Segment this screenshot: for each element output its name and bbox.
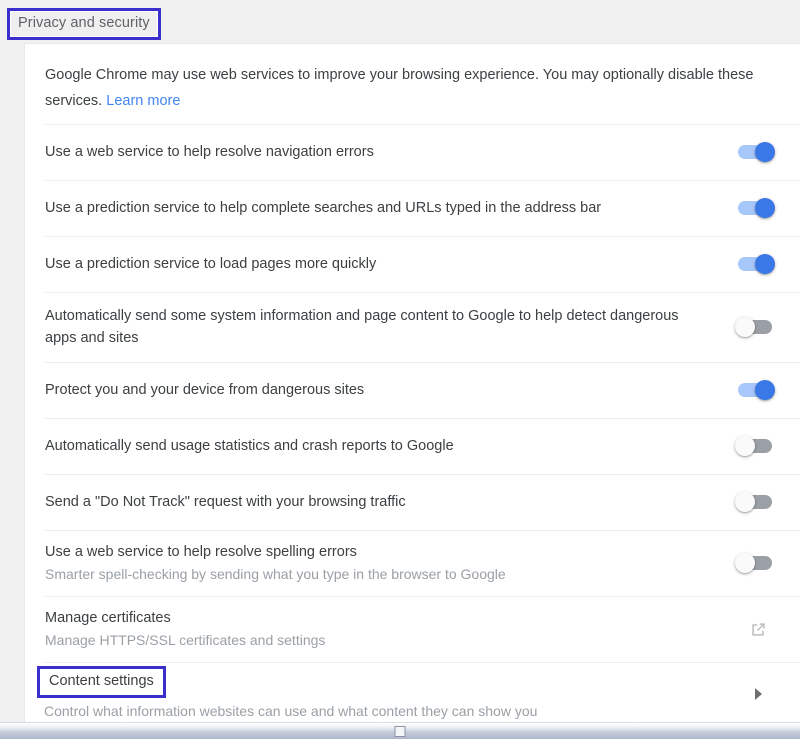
scrollbar-handle[interactable] — [394, 726, 406, 737]
toggle-navigation-errors[interactable] — [738, 142, 775, 162]
setting-row-send-system-info[interactable]: Automatically send some system informati… — [25, 292, 800, 362]
nav-subtitle: Control what information websites can us… — [44, 702, 538, 719]
nav-title: Manage certificates — [45, 610, 171, 626]
setting-subtitle: Smarter spell-checking by sending what y… — [45, 566, 506, 582]
content-settings-annotation-box: Content settings — [37, 665, 166, 698]
setting-title: Use a prediction service to load pages m… — [45, 256, 377, 272]
horizontal-scrollbar[interactable] — [0, 722, 800, 739]
toggle-knob — [735, 317, 755, 337]
toggle-knob — [735, 553, 755, 573]
setting-title: Use a prediction service to help complet… — [45, 200, 602, 216]
setting-text: Automatically send some system informati… — [45, 305, 738, 349]
chevron-right-icon[interactable] — [744, 680, 772, 708]
nav-title: Content settings — [49, 672, 154, 689]
toggle-knob — [755, 380, 775, 400]
setting-text: Use a web service to help resolve spelli… — [45, 541, 738, 585]
intro-text: Google Chrome may use web services to im… — [25, 44, 800, 134]
setting-row-do-not-track[interactable]: Send a "Do Not Track" request with your … — [25, 474, 800, 530]
nav-text: Manage certificates Manage HTTPS/SSL cer… — [45, 607, 744, 651]
learn-more-link[interactable]: Learn more — [106, 93, 180, 109]
toggle-spelling-errors[interactable] — [735, 553, 772, 573]
toggle-do-not-track[interactable] — [735, 492, 772, 512]
setting-row-safe-browsing[interactable]: Protect you and your device from dangero… — [25, 362, 800, 418]
open-in-new-icon[interactable] — [744, 615, 772, 643]
setting-title: Automatically send some system informati… — [45, 308, 679, 346]
chevron-shape — [754, 687, 762, 700]
privacy-security-annotation-inner: Privacy and security — [10, 10, 158, 37]
toggle-send-system-info[interactable] — [735, 317, 772, 337]
setting-row-preload-pages[interactable]: Use a prediction service to load pages m… — [25, 236, 800, 292]
setting-text: Send a "Do Not Track" request with your … — [45, 491, 738, 513]
setting-text: Automatically send usage statistics and … — [45, 435, 738, 457]
nav-row-manage-certificates[interactable]: Manage certificates Manage HTTPS/SSL cer… — [25, 596, 800, 662]
setting-title: Use a web service to help resolve naviga… — [45, 144, 374, 160]
setting-title: Send a "Do Not Track" request with your … — [45, 494, 406, 510]
section-header: Privacy and security — [0, 0, 161, 44]
setting-text: Use a web service to help resolve naviga… — [45, 141, 738, 163]
toggle-prediction-address-bar[interactable] — [738, 198, 775, 218]
nav-subtitle: Manage HTTPS/SSL certificates and settin… — [45, 632, 326, 648]
setting-row-usage-statistics[interactable]: Automatically send usage statistics and … — [25, 418, 800, 474]
setting-row-prediction-address-bar[interactable]: Use a prediction service to help complet… — [25, 180, 800, 236]
setting-title: Protect you and your device from dangero… — [45, 382, 365, 398]
nav-row-content-settings[interactable]: Content settings Control what informatio… — [25, 662, 800, 722]
toggle-knob — [755, 198, 775, 218]
setting-title: Automatically send usage statistics and … — [45, 438, 454, 454]
toggle-knob — [735, 436, 755, 456]
setting-text: Protect you and your device from dangero… — [45, 379, 738, 401]
toggle-knob — [755, 142, 775, 162]
setting-text: Use a prediction service to load pages m… — [45, 253, 738, 275]
setting-row-navigation-errors[interactable]: Use a web service to help resolve naviga… — [25, 124, 800, 180]
setting-text: Use a prediction service to help complet… — [45, 197, 738, 219]
toggle-knob — [735, 492, 755, 512]
setting-row-spelling-errors[interactable]: Use a web service to help resolve spelli… — [25, 530, 800, 596]
toggle-usage-statistics[interactable] — [735, 436, 772, 456]
intro-row: Google Chrome may use web services to im… — [25, 44, 800, 124]
page-title: Privacy and security — [18, 14, 150, 31]
toggle-safe-browsing[interactable] — [738, 380, 775, 400]
nav-text: Content settings Control what informatio… — [37, 665, 744, 722]
setting-title: Use a web service to help resolve spelli… — [45, 544, 357, 560]
toggle-knob — [755, 254, 775, 274]
privacy-security-annotation-box: Privacy and security — [7, 7, 161, 40]
toggle-preload-pages[interactable] — [738, 254, 775, 274]
privacy-settings-card: Google Chrome may use web services to im… — [25, 44, 800, 722]
left-gutter — [0, 44, 25, 722]
content-settings-annotation-inner: Content settings — [40, 668, 163, 695]
